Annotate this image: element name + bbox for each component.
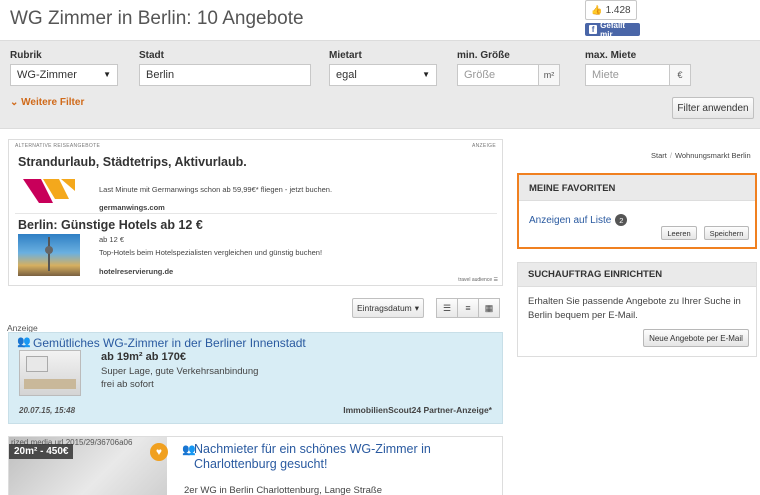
search-order-panel: SUCHAUFTRAG EINRICHTEN Erhalten Sie pass…	[517, 262, 757, 357]
ad-price: ab 12 €	[99, 235, 125, 244]
clear-favorites-button[interactable]: Leeren	[661, 226, 697, 240]
compact-list-icon[interactable]: ≡	[457, 298, 479, 318]
berlin-tv-tower-image	[18, 234, 80, 276]
search-order-text: Erhalten Sie passende Angebote zu Ihrer …	[528, 296, 741, 321]
listing-desc: Super Lage, gute Verkehrsanbindung	[101, 366, 259, 377]
ad-block: ALTERNATIVE REISEANGEBOTE ANZEIGE Strand…	[8, 139, 503, 286]
favorites-list-link[interactable]: Anzeigen auf Liste 2	[529, 214, 628, 226]
ad-title[interactable]: Strandurlaub, Städtetrips, Aktivurlaub.	[18, 155, 247, 169]
more-filters-label: Weitere Filter	[21, 97, 85, 108]
favorite-heart-icon[interactable]: ♥	[150, 443, 168, 461]
groesse-label: min. Größe	[457, 50, 510, 61]
square-meter-unit: m²	[538, 64, 560, 86]
groesse-input[interactable]: Größe	[457, 64, 539, 86]
mietart-select[interactable]: egal ▼	[329, 64, 437, 86]
breadcrumb: Start / Wohnungsmarkt Berlin	[651, 151, 751, 160]
divider	[15, 213, 497, 214]
tower-shape	[48, 237, 50, 271]
breadcrumb-wohnungsmarkt[interactable]: Wohnungsmarkt Berlin	[675, 151, 751, 160]
facebook-like-label: Gefällt mir	[600, 20, 626, 39]
euro-unit: €	[669, 64, 691, 86]
listing-price-size: ab 19m² ab 170€	[101, 351, 186, 363]
more-filters-toggle[interactable]: ⌄ Weitere Filter	[10, 97, 84, 108]
listing-date: 20.07.15, 15:48	[19, 406, 76, 415]
grid-view-icon[interactable]: ▦	[478, 298, 500, 318]
ad-url[interactable]: germanwings.com	[99, 203, 165, 212]
listing-title[interactable]: Gemütliches WG-Zimmer in der Berliner In…	[33, 336, 306, 350]
favorites-count-badge: 2	[615, 214, 628, 226]
favorites-panel: MEINE FAVORITEN Anzeigen auf Liste 2 Lee…	[517, 173, 757, 249]
thumbs-up-icon: 👍	[591, 4, 603, 15]
apply-filters-button[interactable]: Filter anwenden	[672, 97, 754, 119]
facebook-icon: f	[589, 25, 598, 34]
ad-text: Top-Hotels beim Hotelspezialisten vergle…	[99, 248, 323, 257]
travel-audience-label: travel audience	[458, 277, 493, 283]
rubrik-label: Rubrik	[10, 50, 42, 61]
dropdown-arrow-icon: ▼	[422, 70, 430, 79]
caret-down-icon: ▾	[414, 302, 420, 313]
page-title: WG Zimmer in Berlin: 10 Angebote	[10, 8, 304, 29]
chevron-down-icon: ⌄	[10, 97, 19, 108]
save-favorites-button[interactable]: Speichern	[704, 226, 749, 240]
view-switcher: ☰ ≡ ▦	[436, 298, 500, 318]
sort-label: Eintragsdatum	[356, 303, 412, 313]
listing-card[interactable]: rized media url 2015/29/36706a06 20m² - …	[8, 436, 503, 495]
facebook-like-button[interactable]: f Gefällt mir	[585, 20, 640, 39]
window-shape	[26, 356, 48, 372]
ad-marker: ANZEIGE	[471, 143, 496, 149]
tower-sphere-shape	[45, 246, 53, 254]
stadt-label: Stadt	[139, 50, 164, 61]
stadt-input[interactable]: Berlin	[139, 64, 311, 86]
listing-card-sponsored[interactable]: 👥 Gemütliches WG-Zimmer in der Berliner …	[8, 332, 503, 424]
stadt-value: Berlin	[146, 69, 175, 81]
listing-title[interactable]: Nachmieter für ein schönes WG-Zimmer in …	[194, 442, 494, 472]
filter-bar: Rubrik WG-Zimmer ▼ Stadt Berlin Mietart …	[0, 40, 760, 129]
miete-input[interactable]: Miete	[585, 64, 670, 86]
like-count-value: 1.428	[605, 4, 631, 16]
germanwings-logo-icon	[23, 179, 75, 203]
dropdown-arrow-icon: ▼	[103, 70, 111, 79]
breadcrumb-separator: /	[669, 151, 672, 160]
listing-photo[interactable]: rized media url 2015/29/36706a06 20m² - …	[9, 437, 167, 495]
listing-photo[interactable]	[19, 350, 81, 396]
miete-label: max. Miete	[585, 50, 637, 61]
list-view-icon[interactable]: ☰	[436, 298, 458, 318]
favorites-heading: MEINE FAVORITEN	[519, 175, 755, 201]
search-order-heading: SUCHAUFTRAG EINRICHTEN	[518, 263, 756, 287]
mietart-value: egal	[336, 69, 357, 81]
facebook-like-widget[interactable]: 👍 1.428 f Gefällt mir	[585, 0, 640, 39]
facebook-like-count: 👍 1.428	[585, 0, 637, 20]
ad-url[interactable]: hotelreservierung.de	[99, 267, 173, 276]
favorites-link-label: Anzeigen auf Liste	[529, 214, 612, 226]
bed-shape	[24, 379, 76, 389]
rubrik-select[interactable]: WG-Zimmer ▼	[10, 64, 118, 86]
breadcrumb-start[interactable]: Start	[651, 151, 667, 160]
flatmates-icon: 👥	[17, 336, 31, 348]
sort-dropdown[interactable]: Eintragsdatum ▾	[352, 298, 424, 318]
ad-title[interactable]: Berlin: Günstige Hotels ab 12 €	[18, 218, 203, 232]
rubrik-value: WG-Zimmer	[17, 69, 77, 81]
travel-audience-logo: travel audience ☰	[458, 277, 498, 283]
partner-label: ImmobilienScout24 Partner-Anzeige*	[343, 405, 492, 415]
email-alert-button[interactable]: Neue Angebote per E-Mail	[643, 329, 749, 347]
miete-placeholder: Miete	[592, 69, 619, 81]
listing-desc: 2er WG in Berlin Charlottenburg, Lange S…	[184, 485, 383, 495]
groesse-placeholder: Größe	[464, 69, 496, 81]
mietart-label: Mietart	[329, 50, 362, 61]
ad-header-label: ALTERNATIVE REISEANGEBOTE	[15, 143, 101, 149]
listing-availability: frei ab sofort	[101, 379, 154, 390]
price-size-badge: 20m² - 450€	[9, 444, 74, 459]
ad-text: Last Minute mit Germanwings schon ab 59,…	[99, 185, 333, 194]
